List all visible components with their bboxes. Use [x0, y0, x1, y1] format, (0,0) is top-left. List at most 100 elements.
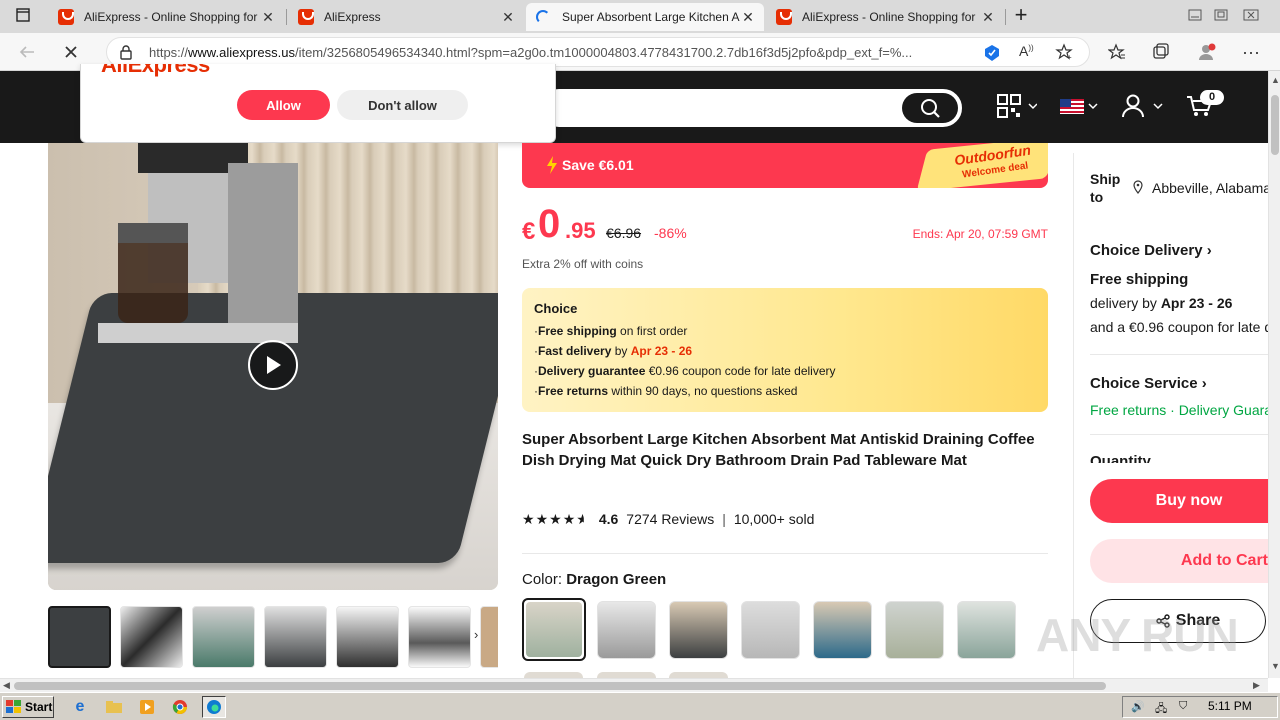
add-to-cart-button[interactable]: Add to Cart [1090, 539, 1268, 583]
color-swatch[interactable] [885, 601, 944, 659]
media-player-icon[interactable] [135, 696, 159, 718]
vertical-scrollbar[interactable]: ▲ ▼ [1268, 71, 1280, 678]
vertical-scroll-thumb[interactable] [1271, 95, 1279, 155]
qr-code-icon[interactable] [997, 94, 1037, 118]
extension-badge-icon[interactable] [983, 44, 1001, 67]
choice-benefit-line: ·Free returns within 90 days, no questio… [534, 384, 798, 398]
scroll-down-icon[interactable]: ▼ [1271, 661, 1280, 671]
product-main-image[interactable] [48, 143, 498, 590]
folder-icon[interactable] [102, 696, 126, 718]
thumbnail-image[interactable] [48, 606, 111, 668]
lock-icon[interactable] [119, 44, 133, 65]
late-delivery-coupon-text: and a €0.96 coupon for late delivery [1090, 319, 1268, 335]
scroll-left-icon[interactable]: ◀ [3, 680, 10, 691]
dont-allow-button[interactable]: Don't allow [337, 90, 468, 120]
thumbnail-strip [48, 606, 498, 670]
tab-title: AliExpress - Online Shopping for [84, 10, 258, 24]
thumbnail-image[interactable] [408, 606, 471, 668]
watermark: ANY RUN [1036, 609, 1239, 661]
profile-avatar-icon[interactable] [1194, 40, 1220, 64]
cart-count-badge: 0 [1200, 90, 1224, 105]
browser-tab[interactable]: AliExpress ✕ [288, 3, 524, 31]
star-icon: ★ [535, 510, 549, 527]
buy-now-button[interactable]: Buy now [1090, 479, 1268, 523]
color-swatch-selected[interactable] [522, 598, 586, 661]
play-video-button[interactable] [248, 340, 298, 390]
horizontal-scroll-thumb[interactable] [14, 682, 1106, 690]
color-swatch[interactable] [813, 601, 872, 659]
horizontal-scrollbar[interactable]: ◀ ▶ [0, 678, 1268, 692]
thumbnail-image[interactable] [120, 606, 183, 668]
tab-close-icon[interactable]: ✕ [980, 9, 996, 26]
search-icon [921, 99, 940, 118]
color-swatch[interactable] [669, 601, 728, 659]
account-icon[interactable] [1122, 94, 1164, 118]
new-tab-icon[interactable]: + [1008, 2, 1034, 27]
tab-close-icon[interactable]: ✕ [500, 9, 516, 26]
thumbnail-next-icon[interactable]: › [474, 627, 478, 642]
tab-title: Super Absorbent Large Kitchen A [562, 10, 740, 24]
security-shield-icon[interactable]: ⛉ [1179, 700, 1187, 713]
svg-text:+: + [1067, 53, 1072, 61]
thumbnail-image[interactable] [336, 606, 399, 668]
browser-tab-active[interactable]: Super Absorbent Large Kitchen A ✕ [526, 3, 764, 31]
us-flag-icon[interactable] [1059, 94, 1099, 118]
browser-tab[interactable]: AliExpress - Online Shopping for ✕ [48, 3, 284, 31]
minimize-icon[interactable] [1182, 3, 1208, 27]
aliexpress-favicon-icon [58, 9, 74, 25]
windows-taskbar: Start e 🔊 🖧 ⛉ 5:11 PM [0, 692, 1280, 720]
star-icon: ★ [576, 510, 589, 527]
tab-close-icon[interactable]: ✕ [260, 9, 276, 26]
favorites-icon[interactable] [1104, 40, 1130, 64]
chevron-right-icon: › [1201, 375, 1207, 392]
choice-delivery-link[interactable]: Choice Delivery › [1090, 242, 1212, 259]
allow-button[interactable]: Allow [237, 90, 330, 120]
tab-actions-icon[interactable] [10, 3, 36, 27]
stop-loading-icon[interactable] [58, 40, 84, 64]
reviews-link[interactable]: 7274 Reviews [626, 511, 714, 527]
system-tray: 🔊 🖧 ⛉ [1122, 696, 1278, 718]
tab-close-icon[interactable]: ✕ [740, 9, 756, 26]
search-input[interactable] [540, 89, 962, 127]
edge-icon[interactable] [202, 696, 226, 718]
scroll-right-icon[interactable]: ▶ [1253, 680, 1260, 691]
ie-icon[interactable]: e [68, 696, 92, 718]
save-amount-text: Save €6.01 [562, 157, 634, 173]
price-integer: 0 [538, 202, 561, 246]
network-icon[interactable]: 🖧 [1155, 700, 1167, 719]
back-icon[interactable] [14, 40, 40, 64]
choice-service-link[interactable]: Choice Service › [1090, 375, 1207, 392]
settings-more-icon[interactable]: ··· [1238, 40, 1264, 64]
color-swatch[interactable] [957, 601, 1016, 659]
thumbnail-image[interactable] [192, 606, 255, 668]
volume-icon[interactable]: 🔊 [1131, 700, 1145, 713]
address-bar[interactable]: https://www.aliexpress.us/item/325680549… [106, 37, 1090, 67]
ship-location[interactable]: Abbeville, Alabama [1152, 180, 1268, 196]
scroll-up-icon[interactable]: ▲ [1271, 75, 1280, 85]
deal-end-time: Ends: Apr 20, 07:59 GMT [912, 227, 1048, 241]
purchase-sidebar: Ship to Abbeville, Alabama Choice Delive… [1073, 153, 1268, 683]
collections-icon[interactable] [1148, 40, 1174, 64]
start-button[interactable]: Start [2, 696, 54, 718]
read-aloud-icon[interactable]: A)) [1019, 43, 1034, 59]
star-icon: ★ [522, 510, 535, 527]
browser-tab[interactable]: AliExpress - Online Shopping for ✕ [766, 3, 1004, 31]
discount-percent: -86% [654, 225, 687, 241]
add-favorite-icon[interactable]: + [1055, 43, 1073, 66]
close-window-icon[interactable] [1238, 3, 1264, 27]
thumbnail-image[interactable] [264, 606, 327, 668]
chevron-right-icon: › [1206, 242, 1212, 259]
choice-benefit-line: ·Delivery guarantee €0.96 coupon code fo… [534, 364, 836, 378]
loading-spinner-icon [536, 10, 550, 24]
choice-benefit-line: ·Free shipping on first order [534, 324, 688, 338]
chrome-icon[interactable] [168, 696, 192, 718]
color-swatch[interactable] [597, 601, 656, 659]
thumbnail-image[interactable] [480, 606, 498, 668]
search-button[interactable] [902, 93, 958, 123]
choice-benefits-box[interactable]: Choice ·Free shipping on first order ·Fa… [522, 288, 1048, 412]
taskbar-clock: 5:11 PM [1208, 699, 1252, 713]
maximize-icon[interactable] [1208, 3, 1234, 27]
color-swatch[interactable] [741, 601, 800, 659]
rating-value: 4.6 [598, 511, 619, 527]
windows-logo-icon [6, 700, 21, 713]
